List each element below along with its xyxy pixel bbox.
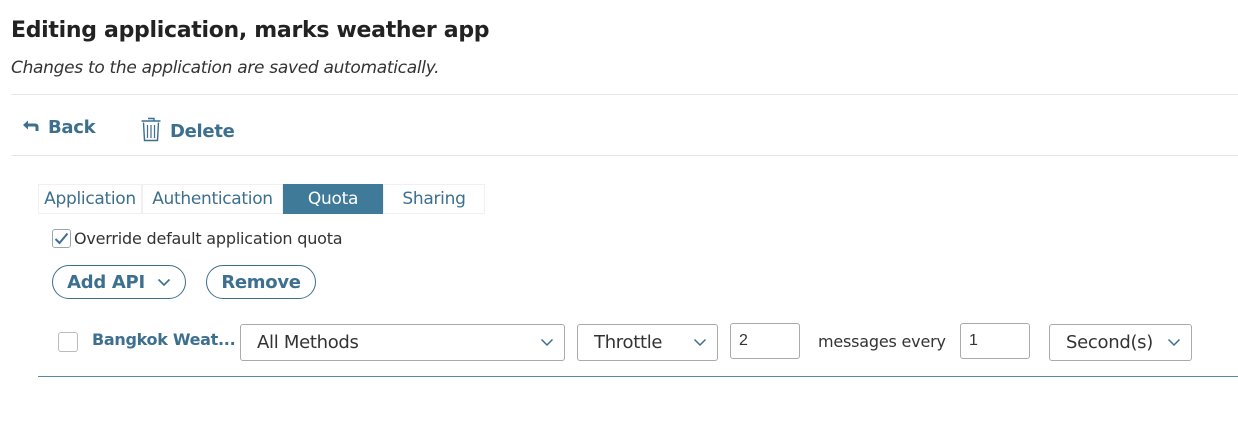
- trash-icon: [140, 116, 162, 147]
- time-unit-value: Second(s): [1066, 332, 1153, 353]
- page-title: Editing application, marks weather app: [11, 18, 490, 43]
- time-unit-select[interactable]: Second(s): [1049, 324, 1192, 361]
- tab-quota[interactable]: Quota: [283, 184, 383, 214]
- quota-type-value: Throttle: [594, 332, 663, 353]
- delete-button[interactable]: Delete: [140, 116, 235, 147]
- remove-label: Remove: [221, 271, 301, 293]
- back-arrow-icon: [22, 117, 40, 138]
- delete-label: Delete: [170, 121, 235, 142]
- message-count-input[interactable]: [730, 323, 800, 359]
- chevron-down-icon: [693, 338, 707, 347]
- checkmark-icon: [54, 232, 69, 245]
- api-name-link[interactable]: Bangkok Weat...: [92, 330, 236, 349]
- row-divider: [38, 376, 1238, 377]
- back-label: Back: [48, 117, 96, 138]
- override-quota-label: Override default application quota: [74, 229, 343, 248]
- row-select-checkbox[interactable]: [58, 332, 78, 352]
- override-quota-row: Override default application quota: [52, 229, 343, 248]
- divider-top: [11, 94, 1238, 95]
- chevron-down-icon: [1167, 338, 1181, 347]
- tab-authentication[interactable]: Authentication: [142, 184, 283, 214]
- tab-sharing[interactable]: Sharing: [383, 184, 485, 214]
- tab-bar: Application Authentication Quota Sharing: [38, 184, 485, 214]
- messages-every-label: messages every: [818, 332, 946, 351]
- chevron-down-icon: [157, 278, 170, 286]
- tab-application[interactable]: Application: [38, 184, 142, 214]
- chevron-down-icon: [540, 338, 554, 347]
- methods-value: All Methods: [257, 332, 359, 353]
- add-api-label: Add API: [67, 271, 145, 293]
- quota-type-select[interactable]: Throttle: [577, 324, 718, 361]
- methods-select[interactable]: All Methods: [240, 324, 565, 361]
- override-quota-checkbox[interactable]: [52, 229, 71, 248]
- add-api-button[interactable]: Add API: [52, 265, 186, 299]
- back-button[interactable]: Back: [22, 117, 96, 138]
- remove-button[interactable]: Remove: [206, 265, 316, 299]
- interval-input[interactable]: [960, 323, 1030, 359]
- page-subtitle: Changes to the application are saved aut…: [11, 58, 440, 78]
- divider-actions: [11, 155, 1238, 156]
